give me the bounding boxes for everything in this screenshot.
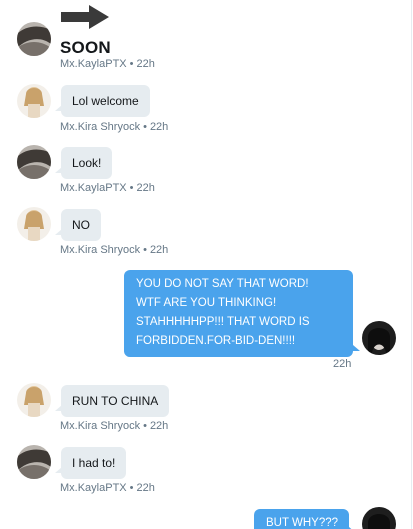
separator-dot: •: [129, 58, 134, 70]
message-meta: Mx.KaylaPTX • 22h: [60, 182, 155, 194]
timestamp: 22h: [149, 420, 169, 432]
timestamp: 22h: [136, 182, 155, 194]
outgoing-message-bubble[interactable]: YOU DO NOT SAY THAT WORD! WTF ARE YOU TH…: [124, 270, 360, 357]
avatar-kayla[interactable]: [17, 22, 51, 56]
timestamp: 22h: [333, 358, 352, 370]
sender-name[interactable]: Mx.Kira Shryock: [60, 244, 140, 256]
separator-dot: •: [129, 482, 134, 494]
message-bubble[interactable]: RUN TO CHINA: [54, 385, 170, 417]
message-bubble[interactable]: Look!: [54, 147, 113, 179]
message-meta: Mx.KaylaPTX • 22h: [60, 58, 155, 70]
message-meta: Mx.KaylaPTX • 22h: [60, 482, 155, 494]
separator-dot: •: [143, 244, 147, 256]
timestamp: 22h: [149, 244, 169, 256]
message-bubble[interactable]: I had to!: [54, 447, 127, 479]
separator-dot: •: [143, 420, 147, 432]
sender-name[interactable]: Mx.Kira Shryock: [60, 420, 140, 432]
separator-dot: •: [129, 182, 134, 194]
sender-name[interactable]: Mx.KaylaPTX: [60, 482, 127, 494]
sender-name[interactable]: Mx.KaylaPTX: [60, 58, 127, 70]
timestamp: 22h: [136, 482, 155, 494]
avatar-kayla[interactable]: [17, 145, 51, 179]
separator-dot: •: [143, 121, 147, 133]
outgoing-message-bubble[interactable]: BUT WHY???: [254, 509, 357, 529]
right-arrow-icon: [59, 4, 111, 35]
message-bubble[interactable]: NO: [55, 209, 101, 241]
message-bubble[interactable]: Lol welcome: [55, 85, 150, 117]
message-meta: Mx.Kira Shryock • 22h: [60, 420, 168, 432]
avatar-kira[interactable]: [17, 84, 51, 118]
avatar-self[interactable]: [362, 321, 396, 355]
avatar-self[interactable]: [362, 507, 396, 529]
sender-name[interactable]: Mx.KaylaPTX: [60, 182, 127, 194]
timestamp: 22h: [136, 58, 155, 70]
message-meta: Mx.Kira Shryock • 22h: [60, 121, 168, 133]
avatar-kira[interactable]: [17, 207, 51, 241]
sender-name[interactable]: Mx.Kira Shryock: [60, 121, 140, 133]
avatar-kira[interactable]: [17, 383, 51, 417]
timestamp: 22h: [149, 121, 169, 133]
message-text: SOON: [60, 38, 111, 57]
conversation-pane[interactable]: SOON Mx.KaylaPTX • 22h Lol welcome Mx.Kira…: [0, 0, 412, 529]
avatar-kayla[interactable]: [17, 445, 51, 479]
message-meta: Mx.Kira Shryock • 22h: [60, 244, 168, 256]
